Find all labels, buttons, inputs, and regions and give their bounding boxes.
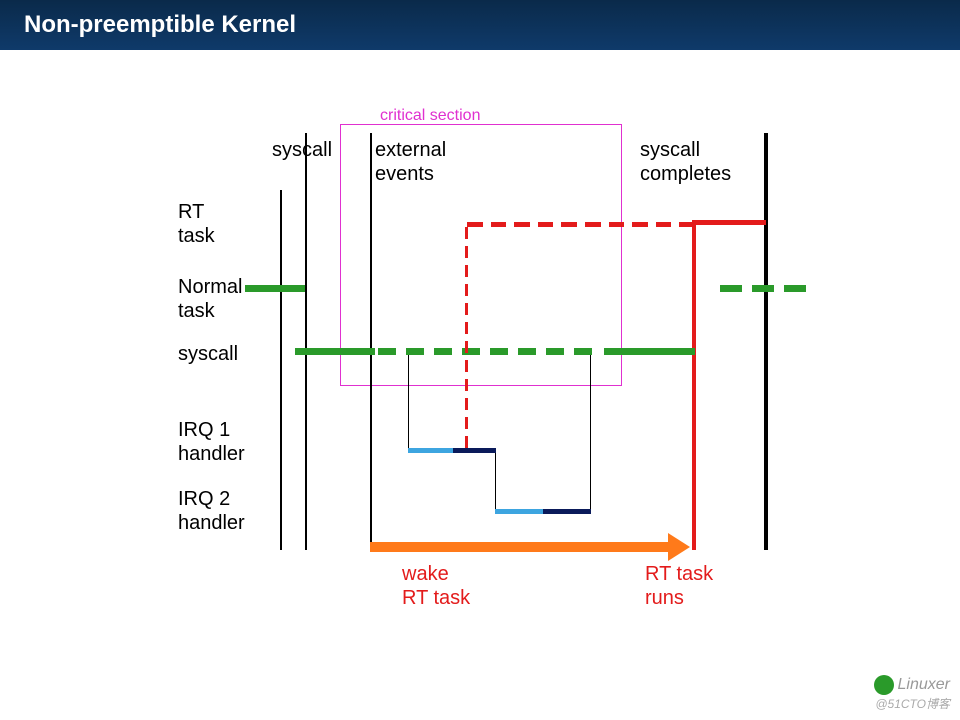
- timeline-diagram: critical section syscall external events…: [0, 50, 960, 720]
- irq2-bar-cyan: [495, 509, 543, 514]
- irq1-bar-cyan: [408, 448, 453, 453]
- vline-external-events: [370, 133, 372, 550]
- latency-arrow-head: [668, 533, 690, 561]
- normal-task-running-before: [245, 285, 305, 292]
- vline-rt-runs: [692, 222, 696, 550]
- normal-task-resume-dashed: [720, 285, 820, 292]
- syscall-row-label: syscall: [178, 342, 238, 366]
- critical-section-label: critical section: [380, 106, 480, 125]
- vline-left: [280, 190, 282, 550]
- vline-syscall-start: [305, 133, 307, 550]
- irq2-row-label: IRQ 2 handler: [178, 487, 245, 535]
- irq2-bar-navy: [543, 509, 591, 514]
- rt-task-row-label: RT task: [178, 200, 215, 248]
- irq1-bar-navy: [453, 448, 496, 453]
- watermark: Linuxer @51CTO博客: [874, 675, 950, 712]
- normal-task-row-label: Normal task: [178, 275, 242, 323]
- syscall-top-label: syscall: [272, 138, 332, 162]
- rt-wake-vertical-dashed: [465, 227, 468, 449]
- latency-arrow-line: [370, 542, 670, 552]
- vline-syscall-complete: [764, 133, 768, 550]
- page-title: Non-preemptible Kernel: [24, 11, 296, 39]
- rt-ready-dashed: [467, 222, 695, 227]
- syscall-running-2: [604, 348, 695, 355]
- watermark-brand: Linuxer: [898, 676, 950, 693]
- syscall-running-1: [295, 348, 375, 355]
- irq2-connector-up: [590, 355, 591, 512]
- syscall-completes-label: syscall completes: [640, 138, 731, 186]
- syscall-interrupted-dashed: [378, 348, 606, 355]
- irq-connector-step-down: [495, 452, 496, 512]
- irq1-row-label: IRQ 1 handler: [178, 418, 245, 466]
- page-header: Non-preemptible Kernel: [0, 0, 960, 50]
- wake-rt-label: wake RT task: [402, 562, 470, 610]
- irq1-connector-down: [408, 355, 409, 449]
- external-events-label: external events: [375, 138, 446, 186]
- rt-running-solid: [692, 220, 766, 225]
- rt-task-runs-label: RT task runs: [645, 562, 713, 610]
- watermark-icon: [874, 675, 894, 695]
- watermark-sub: @51CTO博客: [874, 695, 950, 712]
